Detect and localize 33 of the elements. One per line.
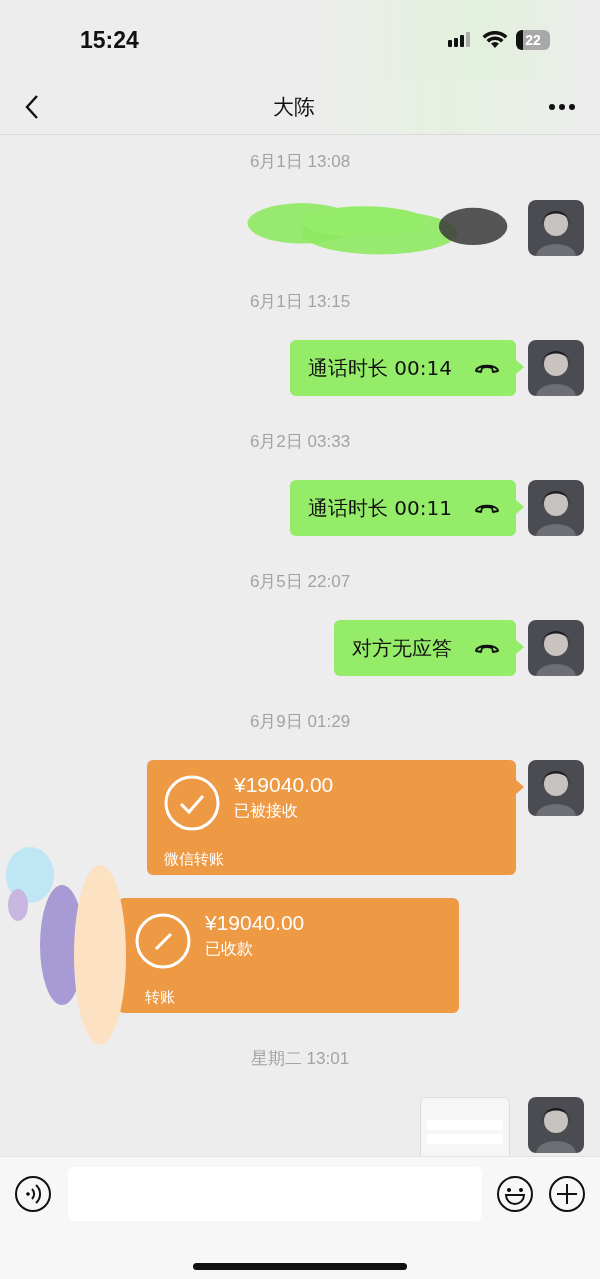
chat-title: 大陈	[273, 94, 315, 121]
phone-icon	[474, 362, 500, 374]
transfer-status: 已收款	[205, 938, 254, 960]
phone-icon	[474, 502, 500, 514]
timestamp: 6月2日 03:33	[249, 431, 351, 453]
screenshot-thumbnail[interactable]	[420, 1097, 510, 1156]
check-circle-icon	[164, 775, 220, 831]
avatar[interactable]	[528, 480, 584, 536]
check-circle-icon	[135, 913, 191, 969]
transfer-label: 微信转账	[164, 850, 225, 870]
transfer-amount: ¥19040.00	[234, 772, 334, 797]
back-icon[interactable]	[24, 94, 40, 120]
battery-icon: 22	[516, 30, 550, 50]
timestamp: 星期二 13:01	[250, 1048, 350, 1070]
transfer-amount: ¥19040.00	[205, 910, 305, 935]
timestamp: 6月1日 13:08	[249, 151, 351, 173]
voice-icon[interactable]	[14, 1175, 52, 1213]
avatar[interactable]	[528, 1097, 584, 1153]
transfer-status: 已被接收	[234, 800, 299, 822]
avatar[interactable]	[528, 340, 584, 396]
more-icon[interactable]	[548, 103, 576, 111]
avatar[interactable]	[528, 200, 584, 256]
timestamp: 6月9日 01:29	[249, 711, 351, 733]
status-time: 15:24	[80, 26, 139, 54]
timestamp: 6月1日 13:15	[249, 291, 351, 313]
wifi-icon	[482, 31, 508, 49]
timestamp: 6月5日 22:07	[249, 571, 351, 593]
avatar[interactable]	[528, 620, 584, 676]
add-icon[interactable]	[548, 1175, 586, 1213]
transfer-label: 转账	[144, 988, 176, 1008]
avatar[interactable]	[528, 760, 584, 816]
emoji-icon[interactable]	[496, 1175, 534, 1213]
phone-icon	[474, 642, 500, 654]
